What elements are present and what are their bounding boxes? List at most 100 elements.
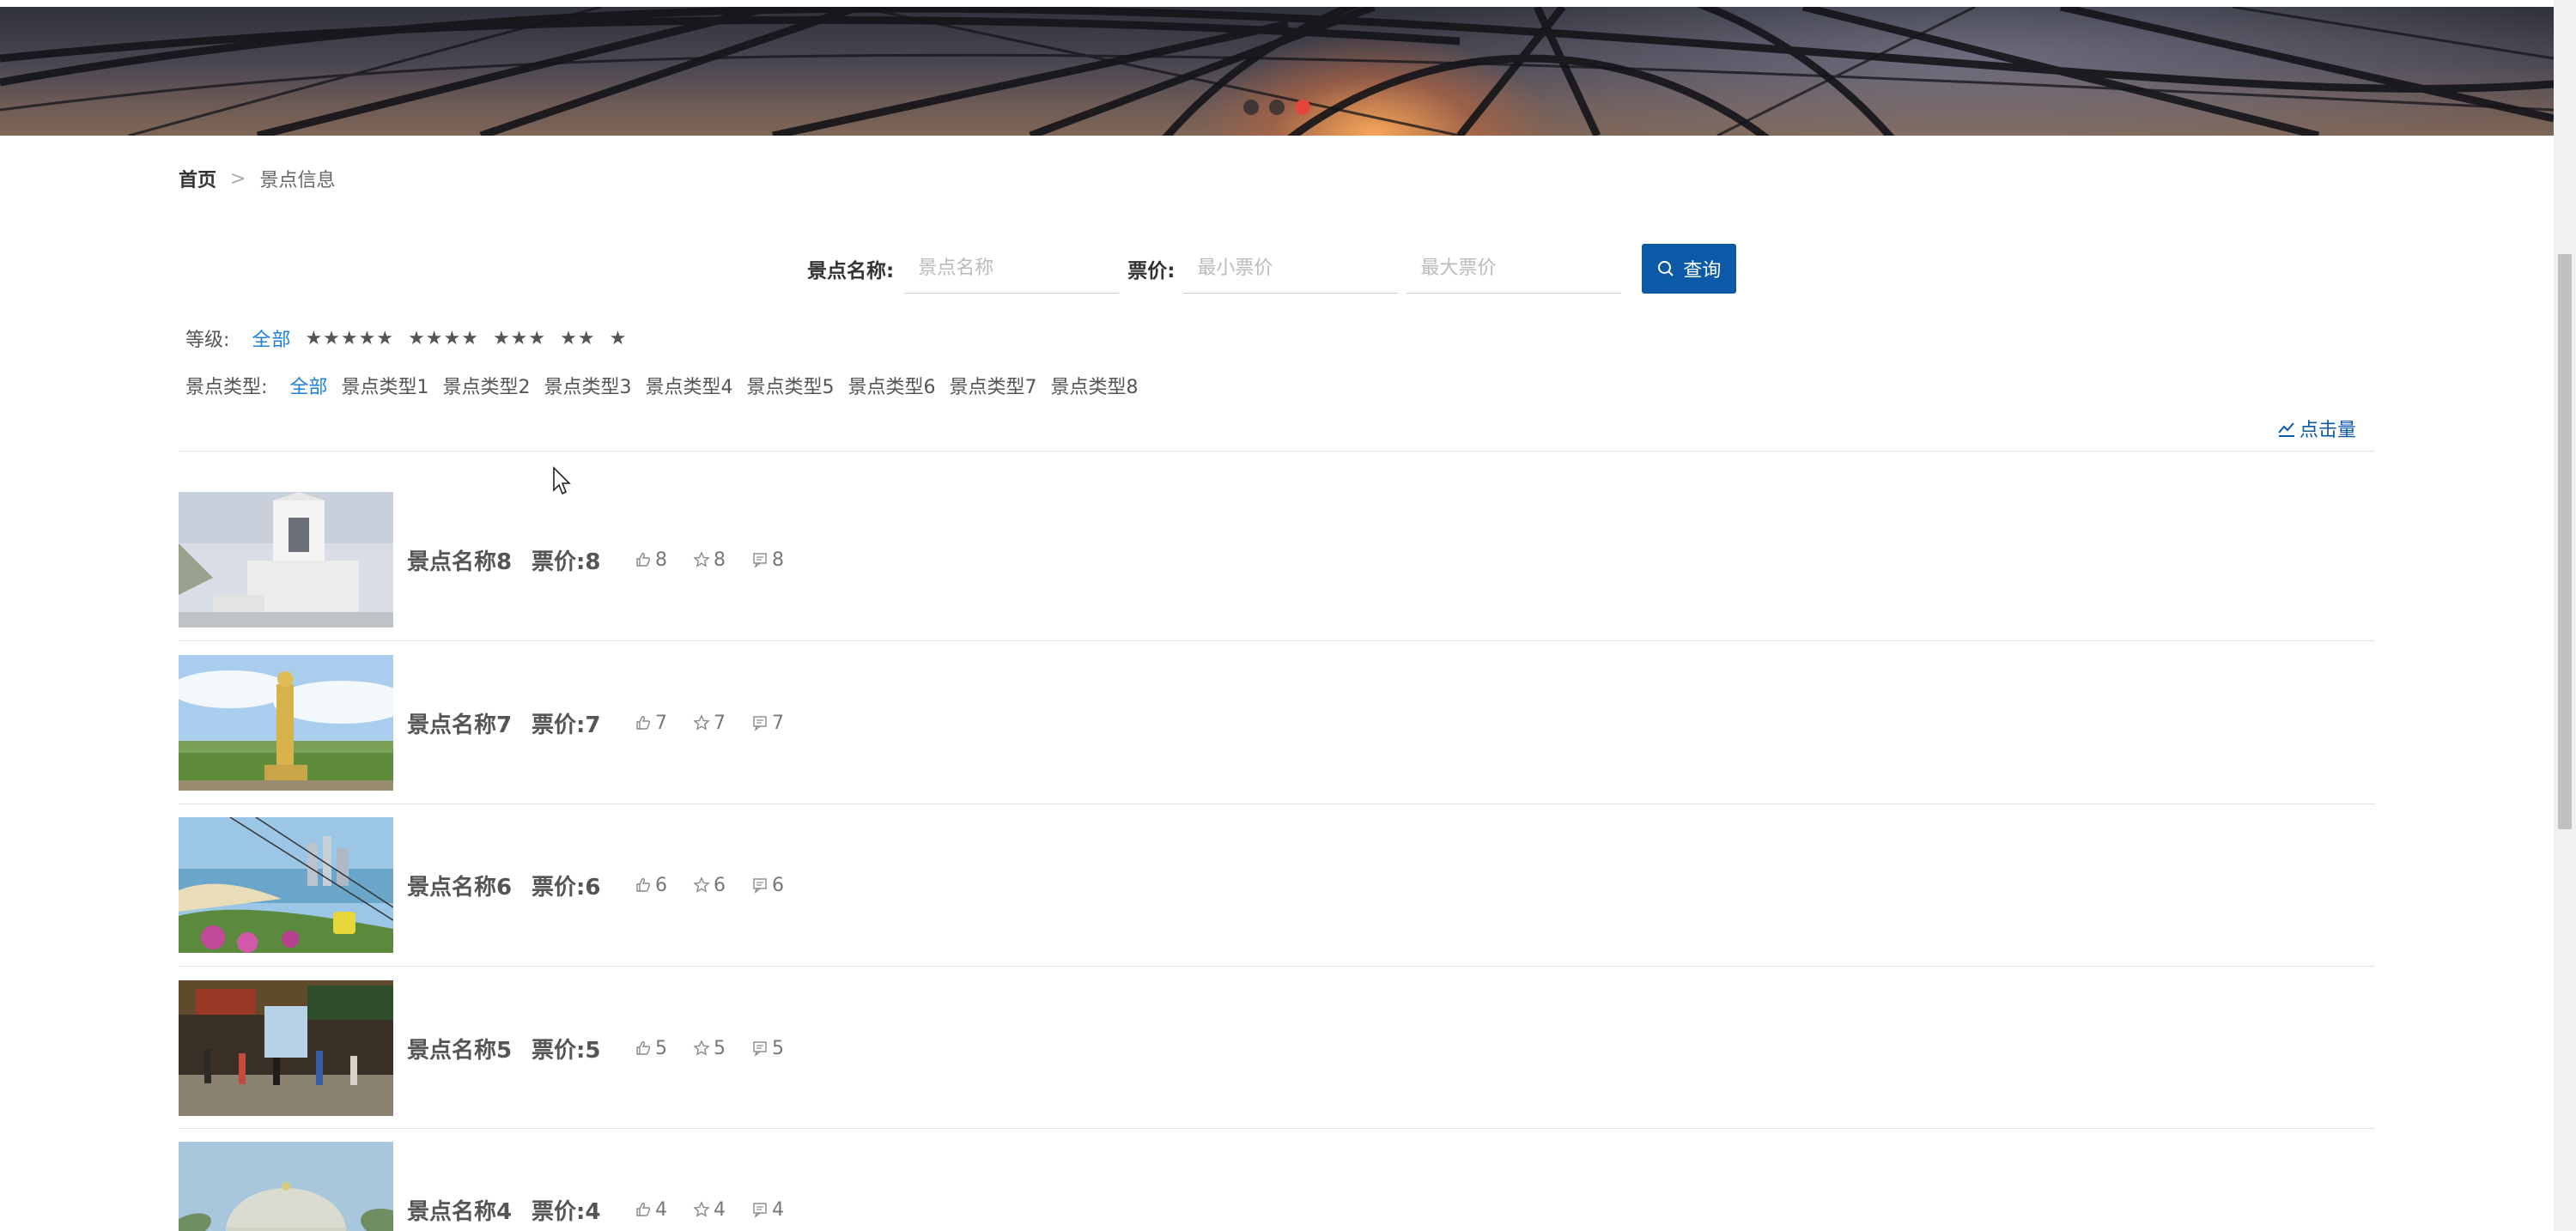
- carousel-dot-active[interactable]: [1295, 100, 1310, 115]
- spot-stats: 4 4 4: [635, 1199, 810, 1221]
- type-filter: 景点类型: 全部 景点类型1 景点类型2 景点类型3 景点类型4 景点类型5 景…: [185, 370, 1151, 401]
- favorites-count: 6: [714, 874, 726, 896]
- list-item[interactable]: 景点名称5 票价:5 5 5 5: [179, 980, 2375, 1116]
- likes-count: 6: [655, 874, 667, 896]
- likes-count: 8: [655, 549, 667, 571]
- favorites-stat[interactable]: 5: [693, 1038, 726, 1059]
- carousel-dots: [1243, 100, 1310, 115]
- page-scrollbar[interactable]: [2554, 0, 2576, 1231]
- thumbs-up-icon: [636, 1202, 651, 1216]
- comments-stat[interactable]: 4: [751, 1199, 784, 1221]
- spot-name[interactable]: 景点名称6: [407, 870, 532, 901]
- carousel-dot[interactable]: [1243, 100, 1259, 115]
- spot-name[interactable]: 景点名称4: [407, 1194, 532, 1226]
- grade-filter-label: 等级:: [185, 330, 230, 351]
- type-option-5[interactable]: 景点类型5: [746, 372, 834, 399]
- grade-option-1[interactable]: ★: [610, 328, 628, 349]
- type-option-1[interactable]: 景点类型1: [341, 372, 428, 399]
- likes-stat[interactable]: 4: [635, 1199, 667, 1221]
- spot-price: 票价:6: [532, 874, 601, 901]
- grade-option-2[interactable]: ★★: [560, 328, 595, 349]
- thumbnail-cablecar[interactable]: [179, 817, 393, 953]
- list-item[interactable]: 景点名称7 票价:7 7 7 7: [179, 655, 2375, 791]
- thumbs-up-icon: [636, 1040, 651, 1055]
- divider: [179, 451, 2375, 452]
- search-button[interactable]: 查询: [1642, 244, 1737, 294]
- spot-stats: 7 7 7: [635, 713, 810, 734]
- spot-price: 票价:4: [532, 1198, 601, 1225]
- comments-stat[interactable]: 8: [751, 549, 784, 571]
- list-item[interactable]: 景点名称4 票价:4 4 4 4: [179, 1142, 2375, 1231]
- likes-count: 5: [655, 1037, 667, 1059]
- hero-banner[interactable]: [0, 7, 2554, 136]
- comment-icon: [753, 553, 767, 568]
- divider: [179, 966, 2375, 967]
- thumbnail-church[interactable]: [179, 492, 393, 628]
- search-button-label: 查询: [1683, 260, 1722, 282]
- thumbnail-dome[interactable]: [179, 1142, 393, 1231]
- comments-count: 7: [772, 712, 784, 734]
- star-icon: [693, 1201, 710, 1217]
- comments-count: 5: [772, 1037, 784, 1059]
- likes-stat[interactable]: 8: [635, 549, 667, 571]
- type-option-3[interactable]: 景点类型3: [544, 372, 631, 399]
- name-input[interactable]: [904, 244, 1120, 294]
- star-icon: [693, 1040, 710, 1056]
- favorites-count: 4: [714, 1198, 726, 1221]
- thumbnail-crowd[interactable]: [179, 980, 393, 1116]
- favorites-stat[interactable]: 7: [693, 713, 726, 734]
- comments-stat[interactable]: 6: [751, 875, 784, 896]
- search-icon: [1658, 261, 1674, 276]
- spot-name[interactable]: 景点名称7: [407, 707, 532, 739]
- mouse-cursor-icon: [553, 466, 571, 495]
- favorites-stat[interactable]: 4: [693, 1199, 726, 1221]
- grade-option-4[interactable]: ★★★★: [408, 328, 479, 349]
- divider: [179, 640, 2375, 641]
- spot-price: 票价:7: [532, 712, 601, 738]
- star-icon: [693, 876, 710, 893]
- likes-stat[interactable]: 6: [635, 875, 667, 896]
- spot-name[interactable]: 景点名称5: [407, 1033, 532, 1064]
- type-option-4[interactable]: 景点类型4: [645, 372, 732, 399]
- grade-option-3[interactable]: ★★★: [493, 328, 546, 349]
- list-item[interactable]: 景点名称6 票价:6 6 6 6: [179, 817, 2375, 953]
- sort-label: 点击量: [2300, 420, 2357, 441]
- grade-option-all[interactable]: 全部: [252, 324, 291, 352]
- max-price-input[interactable]: [1406, 244, 1622, 294]
- divider: [179, 803, 2375, 804]
- min-price-input[interactable]: [1183, 244, 1399, 294]
- spot-stats: 8 8 8: [635, 549, 810, 571]
- comments-stat[interactable]: 5: [751, 1038, 784, 1059]
- thumbnail-statue[interactable]: [179, 655, 393, 791]
- star-icon: [693, 714, 710, 731]
- carousel-dot[interactable]: [1269, 100, 1285, 115]
- spot-name[interactable]: 景点名称8: [407, 544, 532, 576]
- sort-by-clicks[interactable]: 点击量: [2277, 415, 2356, 442]
- favorites-count: 5: [714, 1037, 726, 1059]
- likes-count: 7: [655, 712, 667, 734]
- comments-stat[interactable]: 7: [751, 713, 784, 734]
- likes-count: 4: [655, 1198, 667, 1221]
- comment-icon: [753, 716, 767, 731]
- type-option-all[interactable]: 全部: [289, 372, 327, 399]
- favorites-stat[interactable]: 6: [693, 875, 726, 896]
- divider: [179, 1128, 2375, 1129]
- comments-count: 4: [772, 1198, 784, 1221]
- ferris-wheel-illustration: [0, 7, 2554, 136]
- grade-option-5[interactable]: ★★★★★: [305, 328, 394, 349]
- likes-stat[interactable]: 7: [635, 713, 667, 734]
- favorites-stat[interactable]: 8: [693, 549, 726, 571]
- comments-count: 8: [772, 549, 784, 571]
- favorites-count: 7: [714, 712, 726, 734]
- type-option-6[interactable]: 景点类型6: [848, 372, 935, 399]
- type-option-7[interactable]: 景点类型7: [949, 372, 1036, 399]
- thumbs-up-icon: [636, 552, 651, 567]
- type-option-8[interactable]: 景点类型8: [1050, 372, 1138, 399]
- type-option-2[interactable]: 景点类型2: [442, 372, 530, 399]
- scrollbar-thumb[interactable]: [2558, 254, 2572, 829]
- name-label: 景点名称:: [807, 260, 895, 282]
- comments-count: 6: [772, 874, 784, 896]
- breadcrumb-home[interactable]: 首页: [179, 165, 216, 192]
- likes-stat[interactable]: 5: [635, 1038, 667, 1059]
- list-item[interactable]: 景点名称8 票价:8 8 8 8: [179, 492, 2375, 628]
